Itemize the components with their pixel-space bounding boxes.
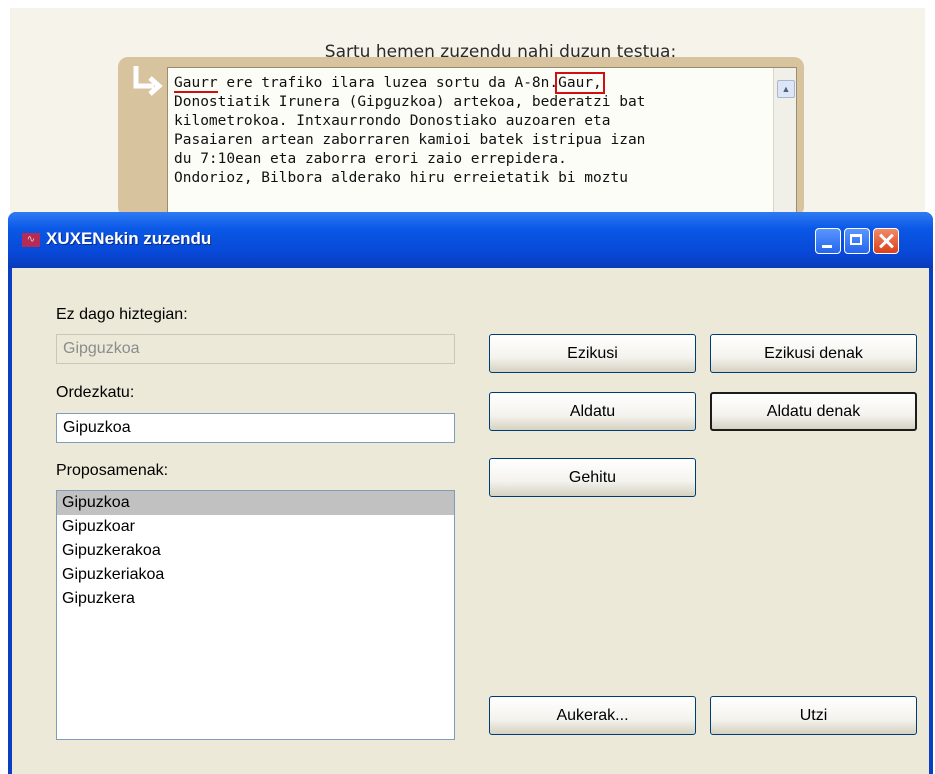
editor-text[interactable]: Gaurr ere trafiko ilara luzea sortu da A…	[174, 72, 762, 188]
list-item[interactable]: Gipuzkera	[57, 587, 454, 611]
list-item[interactable]: Gipuzkerakoa	[57, 539, 454, 563]
ignore-all-button[interactable]: Ezikusi denak	[710, 334, 917, 373]
change-all-button[interactable]: Aldatu denak	[710, 392, 917, 431]
app-icon: ∿	[22, 233, 40, 247]
suggestions-label: Proposamenak:	[56, 462, 169, 479]
text-editor[interactable]: Gaurr ere trafiko ilara luzea sortu da A…	[167, 67, 797, 219]
misspelled-word[interactable]: Gaurr	[174, 75, 218, 93]
highlighted-word[interactable]: Gaur,	[555, 72, 605, 94]
replace-input[interactable]: Gipuzkoa	[56, 413, 455, 443]
ignore-button[interactable]: Ezikusi	[489, 334, 696, 373]
list-item[interactable]: Gipuzkeriakoa	[57, 563, 454, 587]
dialog-titlebar[interactable]: ∿ XUXENekin zuzendu	[8, 212, 933, 268]
replace-label: Ordezkatu:	[56, 384, 135, 401]
list-item[interactable]: Gipuzkoa	[57, 491, 454, 515]
minimize-button[interactable]	[815, 228, 841, 254]
editor-scrollbar[interactable]: ▲	[773, 68, 796, 218]
dialog-title: XUXENekin zuzendu	[46, 229, 212, 248]
editor-text-segment: Donostiatik Irunera (Gipguzkoa) artekoa,…	[174, 94, 646, 186]
not-in-dictionary-field: Gipguzkoa	[56, 334, 455, 364]
suggestions-list[interactable]: Gipuzkoa Gipuzkoar Gipuzkerakoa Gipuzker…	[56, 490, 455, 740]
close-button[interactable]	[873, 228, 899, 254]
options-button[interactable]: Aukerak...	[489, 696, 696, 735]
dialog-client: Ez dago hiztegian: Gipguzkoa Ordezkatu: …	[12, 268, 929, 774]
scroll-up-icon[interactable]: ▲	[777, 80, 795, 98]
spellcheck-dialog: ∿ XUXENekin zuzendu Ez dago hiztegian: G…	[8, 212, 933, 774]
not-in-dictionary-label: Ez dago hiztegian:	[56, 306, 188, 323]
add-button[interactable]: Gehitu	[489, 458, 696, 497]
cancel-button[interactable]: Utzi	[710, 696, 917, 735]
editor-text-segment: ere trafiko ilara luzea sortu da A-8n.	[217, 75, 559, 91]
maximize-button[interactable]	[844, 228, 870, 254]
change-button[interactable]: Aldatu	[489, 392, 696, 431]
list-item[interactable]: Gipuzkoar	[57, 515, 454, 539]
arrow-down-right-icon	[133, 66, 163, 96]
